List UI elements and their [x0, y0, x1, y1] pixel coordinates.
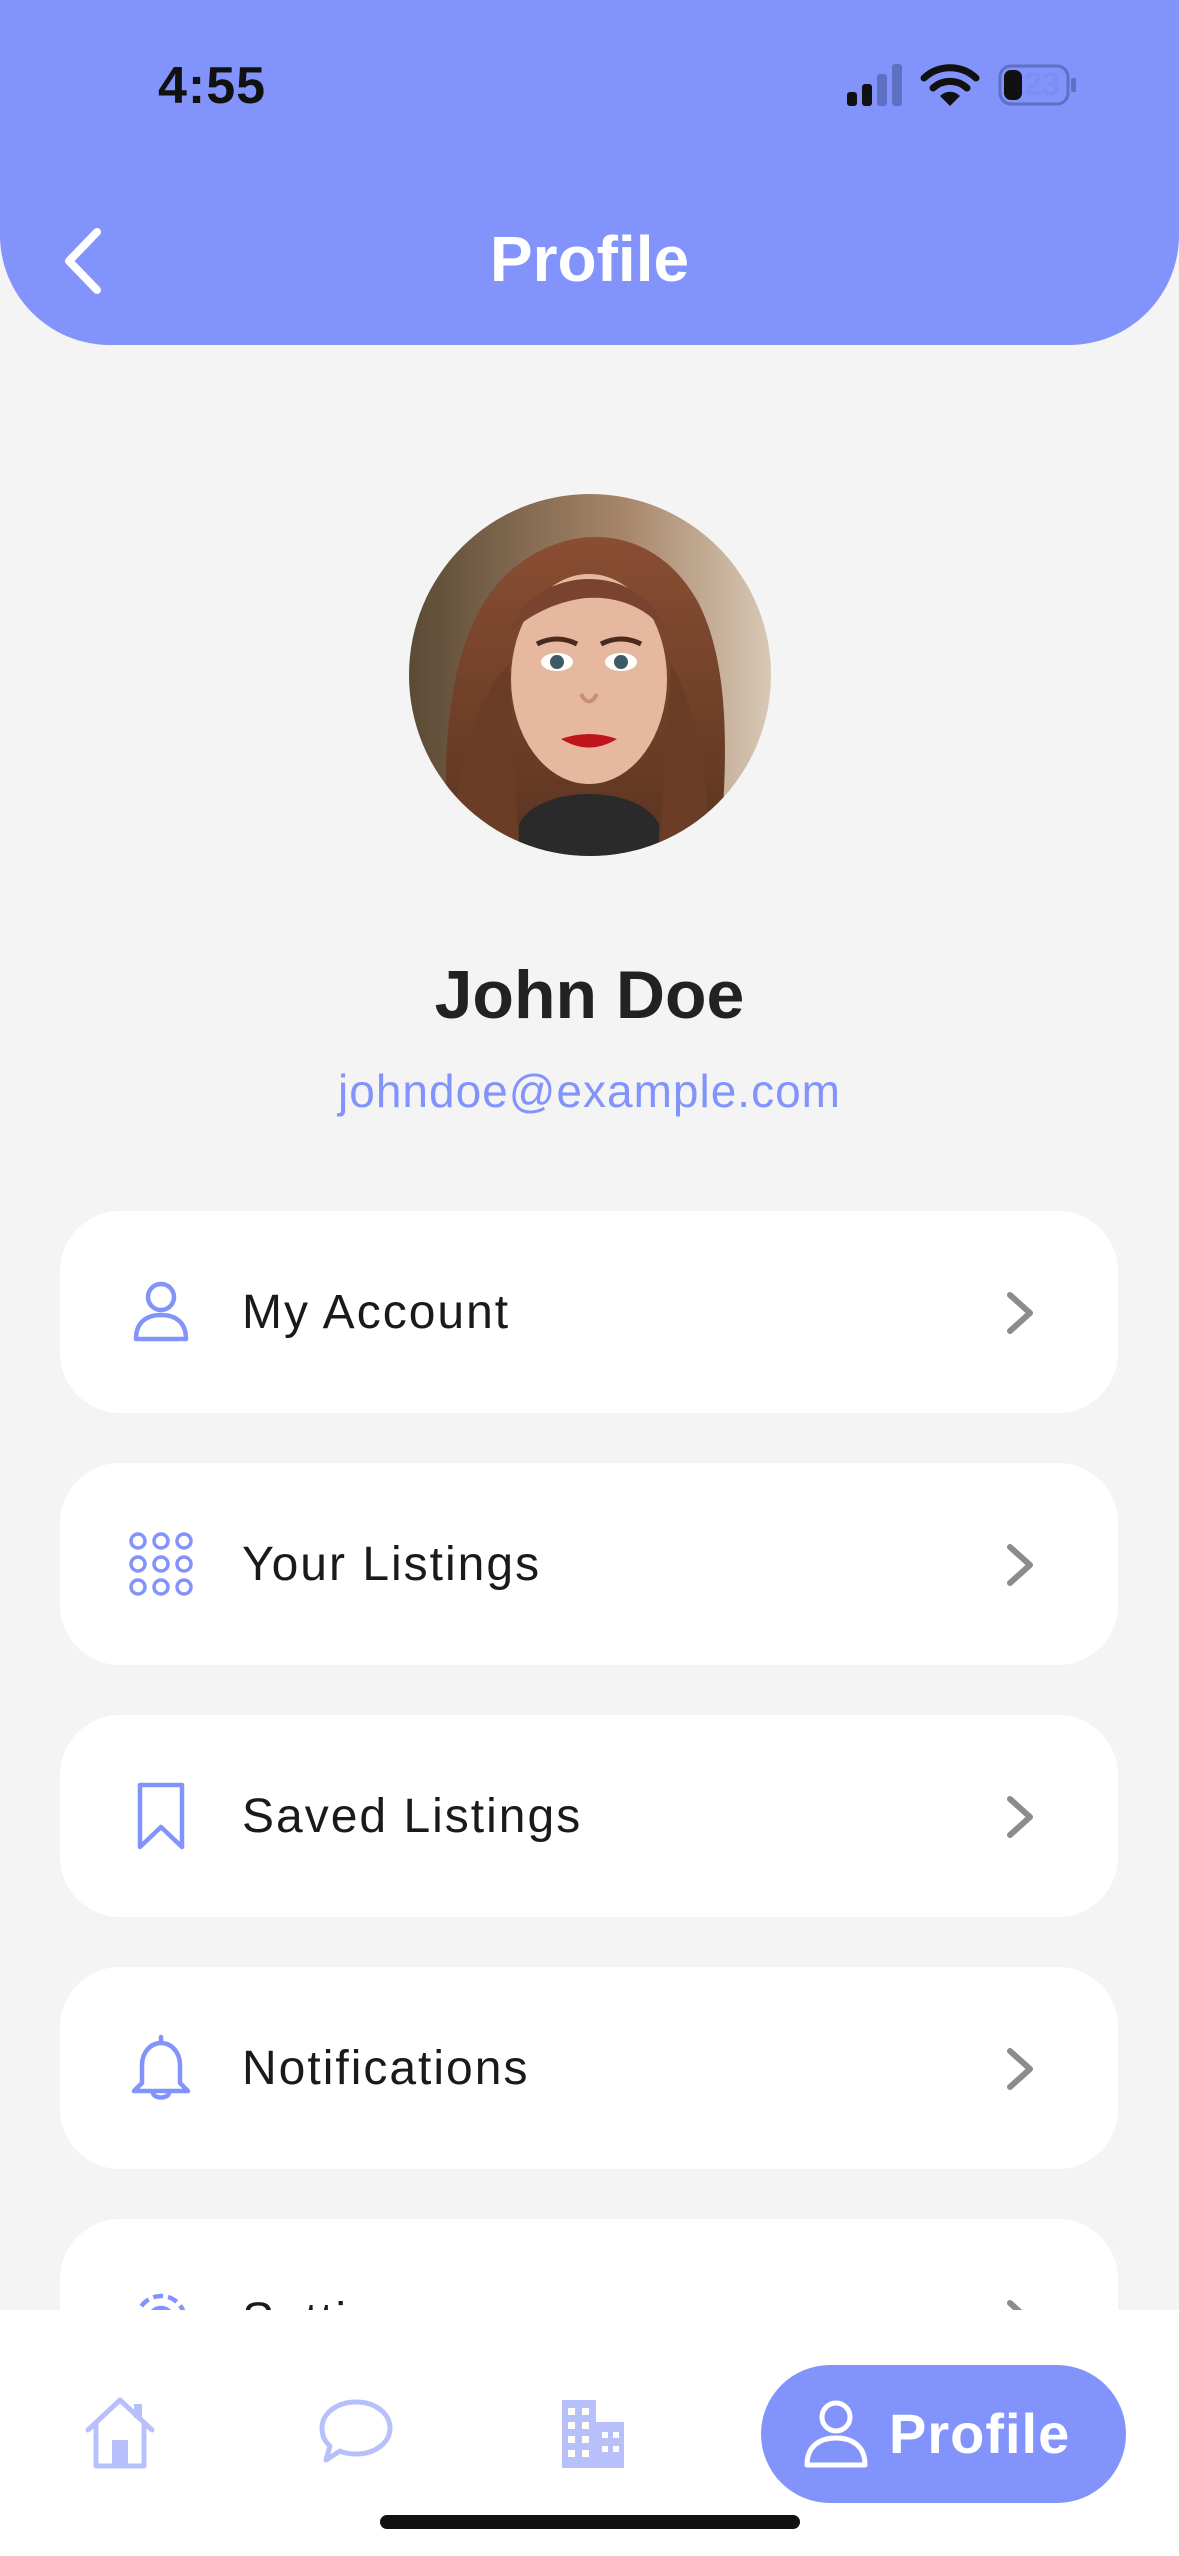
home-icon[interactable]: [80, 2392, 160, 2472]
menu-item-label: Your Listings: [242, 1538, 542, 1591]
header: 4:55 23 Profile: [0, 0, 1179, 345]
menu-item-notifications[interactable]: Notifications: [60, 1967, 1118, 2169]
menu-item-your-listings[interactable]: Your Listings: [60, 1463, 1118, 1665]
menu-item-saved-listings[interactable]: Saved Listings: [60, 1715, 1118, 1917]
bell-icon: [131, 2034, 191, 2100]
page-title: Profile: [489, 223, 690, 295]
profile-screen: 4:55 23 Profile John Doe johndoe@example…: [0, 0, 1179, 2556]
home-indicator: [380, 2515, 800, 2529]
chevron-right-icon: [1007, 1796, 1033, 1838]
chevron-right-icon: [1007, 1544, 1033, 1586]
user-name: John Doe: [434, 957, 745, 1033]
bookmark-icon: [137, 1782, 185, 1850]
avatar: [409, 494, 771, 856]
chevron-right-icon: [1007, 1292, 1033, 1334]
cellular-signal-icon: [847, 64, 902, 106]
menu-item-label: Saved Listings: [242, 1790, 583, 1843]
user-icon: [804, 2400, 868, 2468]
wifi-icon: [920, 64, 980, 106]
status-time: 4:55: [158, 57, 267, 115]
menu-item-my-account[interactable]: My Account: [60, 1211, 1118, 1413]
menu-item-label: My Account: [242, 1286, 511, 1339]
user-icon: [133, 1281, 189, 1342]
chevron-right-icon: [1007, 2048, 1033, 2090]
battery-level: 23: [1024, 66, 1060, 102]
nav-profile-label: Profile: [889, 2402, 1071, 2465]
buildings-icon[interactable]: [552, 2392, 632, 2472]
nav-profile-button[interactable]: Profile: [761, 2365, 1126, 2503]
menu-item-label: Notifications: [242, 2042, 530, 2095]
chat-bubble-icon[interactable]: [316, 2392, 396, 2472]
user-email: johndoe@example.com: [338, 1065, 841, 1117]
grid-dots-icon: [129, 1532, 193, 1596]
avatar-image: [409, 494, 771, 856]
